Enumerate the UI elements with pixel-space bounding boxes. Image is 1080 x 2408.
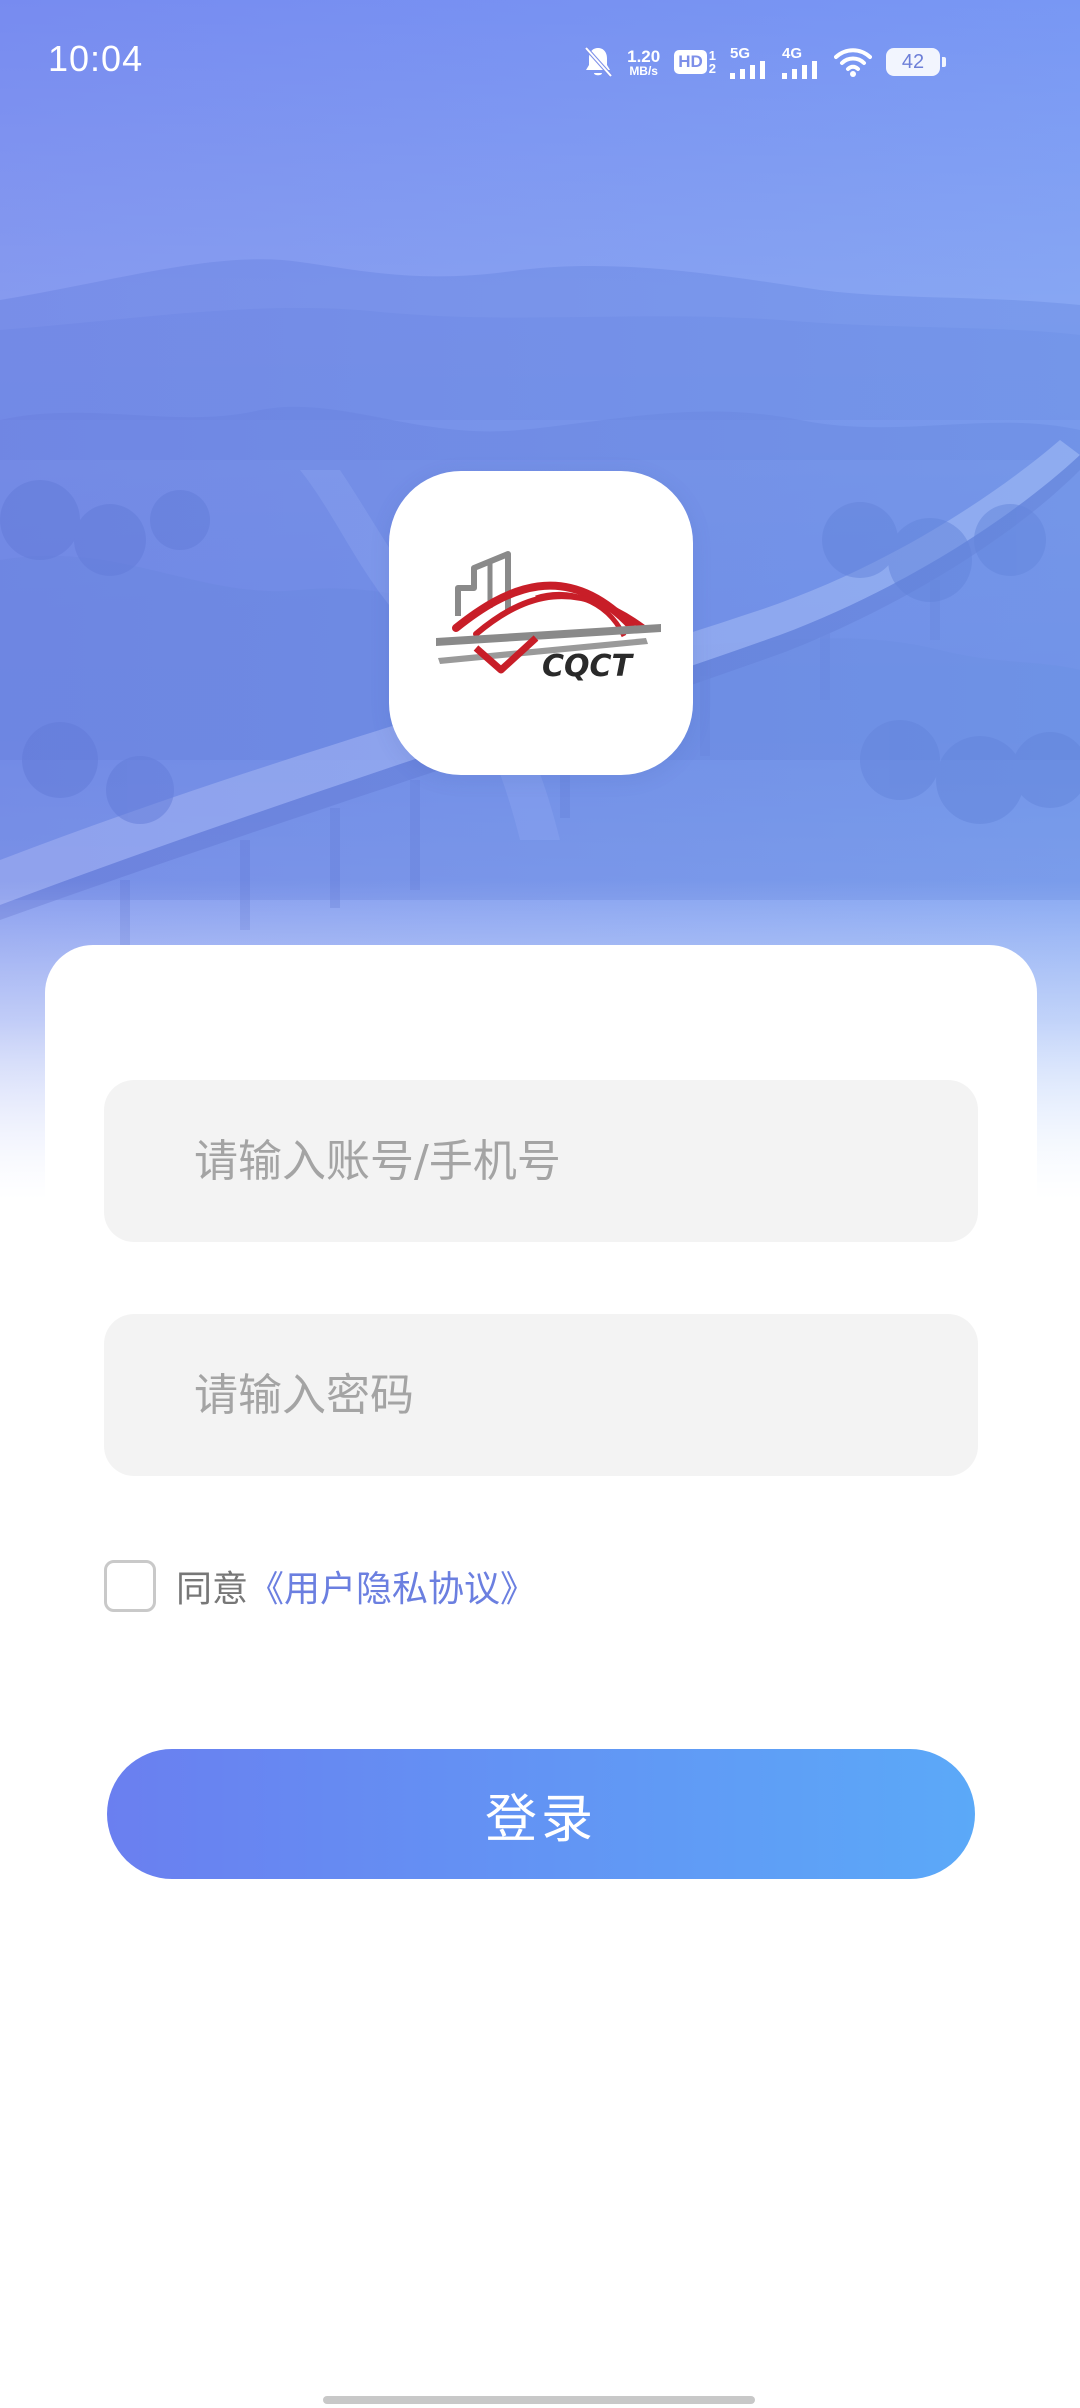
- cqct-logo-icon: CQCT: [436, 551, 661, 684]
- account-input[interactable]: [194, 1135, 978, 1187]
- wifi-icon: [834, 47, 872, 77]
- battery-icon: 42: [886, 48, 946, 76]
- hd-voice-icon: HD 1 2: [674, 49, 716, 75]
- hd-sub-bottom: 2: [708, 61, 716, 76]
- agreement-row: 同意 《用户隐私协议》: [104, 1560, 536, 1612]
- network-speed-unit: MB/s: [629, 63, 658, 78]
- hd-label: HD: [674, 50, 707, 74]
- password-field[interactable]: [104, 1314, 978, 1476]
- privacy-agreement-link[interactable]: 《用户隐私协议》: [248, 1560, 536, 1612]
- status-bar: 10:04 1.20 MB/s HD 1 2 5G 4G 42: [0, 0, 1080, 130]
- status-time: 10:04: [48, 38, 144, 79]
- bell-muted-icon: [583, 45, 613, 79]
- account-field[interactable]: [104, 1080, 978, 1242]
- agree-label: 同意: [176, 1569, 249, 1610]
- logo-brand-text: CQCT: [542, 649, 635, 684]
- network-speed: 1.20 MB/s: [627, 48, 660, 77]
- password-input[interactable]: [194, 1369, 978, 1421]
- status-icons: 1.20 MB/s HD 1 2 5G 4G 42: [583, 40, 946, 84]
- home-indicator[interactable]: [323, 2396, 755, 2404]
- app-logo: CQCT: [389, 471, 693, 775]
- sim2-network-label: 4G: [782, 44, 803, 62]
- sim1-network-label: 5G: [730, 44, 751, 62]
- login-screen: 10:04 1.20 MB/s HD 1 2 5G 4G 42 CQCT 请输入…: [0, 0, 1080, 2408]
- signal-5g-icon: 5G: [730, 46, 768, 79]
- network-speed-value: 1.20: [627, 46, 661, 66]
- agree-checkbox[interactable]: [104, 1560, 156, 1612]
- signal-4g-icon: 4G: [782, 46, 820, 79]
- login-button[interactable]: 登录: [107, 1749, 975, 1879]
